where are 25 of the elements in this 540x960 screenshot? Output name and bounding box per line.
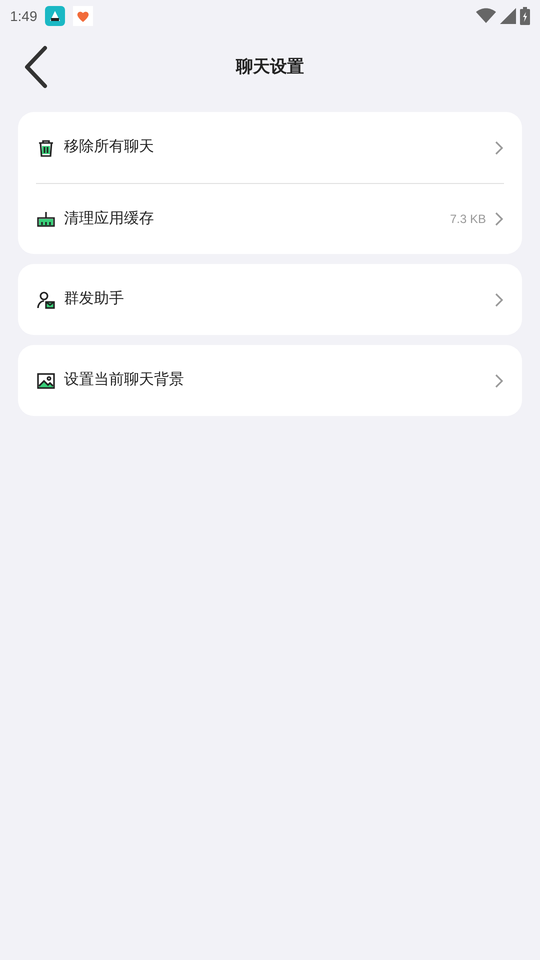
back-icon bbox=[23, 45, 49, 89]
wifi-icon bbox=[476, 8, 496, 24]
chevron-icon bbox=[494, 211, 504, 227]
chevron-icon bbox=[494, 140, 504, 156]
signal-icon bbox=[500, 8, 516, 24]
row-value: 7.3 KB bbox=[450, 211, 486, 228]
settings-row[interactable]: 移除所有聊天 bbox=[36, 112, 504, 183]
settings-row[interactable]: 群发助手 bbox=[36, 264, 504, 335]
battery-icon bbox=[520, 7, 530, 25]
image-icon bbox=[36, 370, 56, 390]
status-time: 1:49 bbox=[10, 6, 38, 26]
trash-icon bbox=[36, 138, 56, 158]
basket-icon bbox=[36, 209, 56, 229]
row-label: 群发助手 bbox=[64, 289, 125, 310]
app-notification-icon bbox=[45, 6, 66, 26]
row-label: 移除所有聊天 bbox=[64, 137, 155, 158]
chevron-icon bbox=[494, 292, 504, 308]
settings-row[interactable]: 设置当前聊天背景 bbox=[36, 345, 504, 416]
person-mail-icon bbox=[36, 290, 56, 310]
page-title: 聊天设置 bbox=[236, 56, 304, 78]
chevron-icon bbox=[494, 372, 504, 388]
row-label: 清理应用缓存 bbox=[64, 208, 155, 229]
heart-hands-icon bbox=[73, 6, 94, 26]
settings-row[interactable]: 清理应用缓存 7.3 KB bbox=[36, 183, 504, 254]
row-label: 设置当前聊天背景 bbox=[64, 370, 185, 390]
